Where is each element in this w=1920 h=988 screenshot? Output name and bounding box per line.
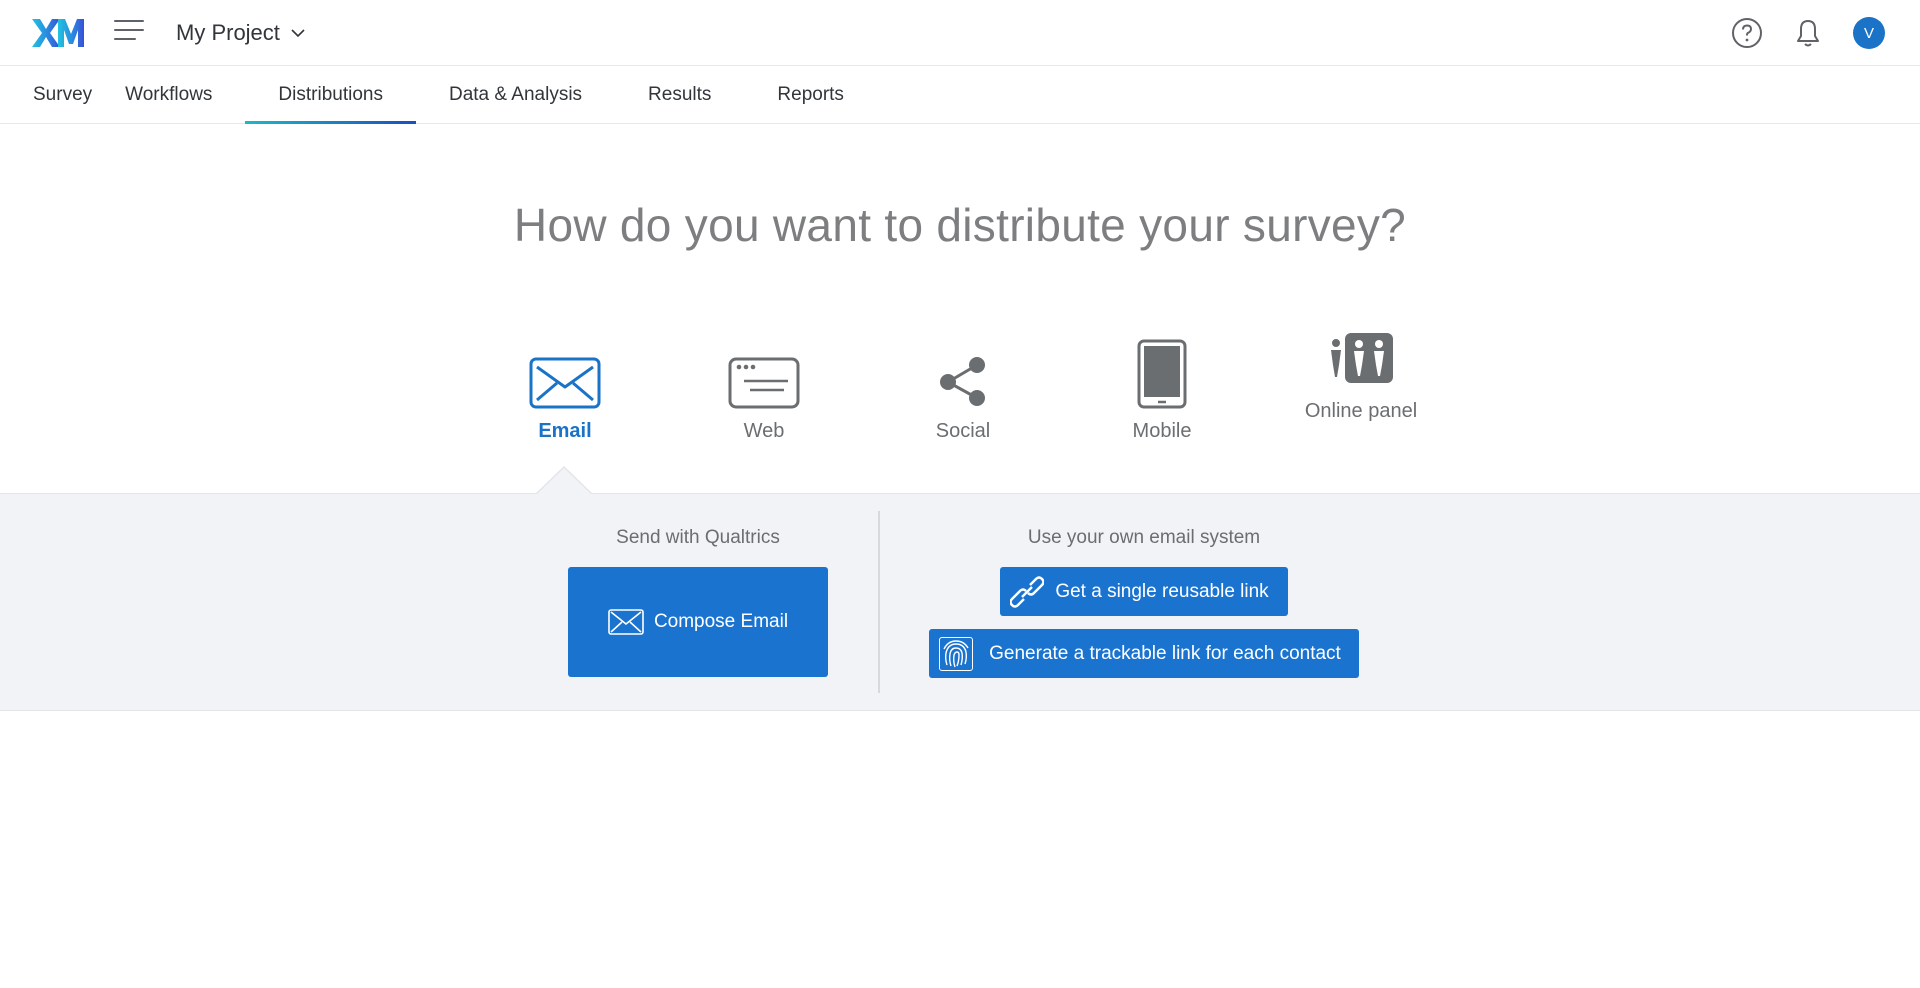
- tab-survey[interactable]: Survey: [0, 67, 125, 123]
- method-label: Online panel: [1304, 400, 1418, 422]
- project-name: My Project: [176, 20, 280, 45]
- chevron-down-icon: [291, 29, 305, 38]
- own-email-system-title: Use your own email system: [1027, 527, 1261, 548]
- help-icon[interactable]: [1731, 17, 1763, 49]
- project-selector[interactable]: My Project: [176, 18, 306, 48]
- method-email[interactable]: Email: [495, 325, 635, 443]
- trackable-link-label: Generate a trackable link for each conta…: [989, 642, 1341, 664]
- envelope-icon: [529, 357, 601, 409]
- method-web[interactable]: Web: [694, 325, 834, 443]
- tab-data-analysis[interactable]: Data & Analysis: [416, 67, 615, 123]
- reusable-link-button[interactable]: Get a single reusable link: [1000, 567, 1288, 616]
- share-icon: [940, 357, 985, 406]
- tab-distributions[interactable]: Distributions: [245, 67, 416, 124]
- page-heading: How do you want to distribute your surve…: [513, 199, 1407, 251]
- method-label: Mobile: [1132, 420, 1192, 442]
- tab-results[interactable]: Results: [615, 67, 744, 123]
- web-browser-icon: [728, 357, 800, 409]
- reusable-link-label: Get a single reusable link: [1055, 580, 1269, 602]
- top-bar: My Project V: [0, 0, 1920, 66]
- method-label: Email: [538, 420, 592, 442]
- compose-email-label: Compose Email: [653, 611, 789, 632]
- method-label: Social: [935, 420, 991, 442]
- selection-pointer-fill: [536, 468, 592, 495]
- method-social[interactable]: Social: [893, 325, 1033, 443]
- tab-reports[interactable]: Reports: [744, 67, 877, 123]
- distribution-options-panel: [0, 493, 1920, 711]
- xm-logo[interactable]: [30, 16, 86, 50]
- trackable-link-button[interactable]: Generate a trackable link for each conta…: [929, 629, 1359, 678]
- main-tabs: Survey Workflows Distributions Data & An…: [0, 67, 1920, 124]
- bell-icon[interactable]: [1792, 17, 1824, 49]
- column-divider: [878, 511, 880, 693]
- tablet-icon: [1137, 339, 1187, 409]
- menu-icon[interactable]: [114, 20, 144, 46]
- compose-email-button[interactable]: Compose Email: [568, 567, 828, 677]
- people-icon: [1331, 333, 1393, 383]
- send-with-qualtrics-title: Send with Qualtrics: [616, 527, 780, 548]
- user-avatar[interactable]: V: [1853, 17, 1885, 49]
- method-label: Web: [743, 420, 785, 442]
- tab-workflows[interactable]: Workflows: [125, 67, 245, 123]
- method-mobile[interactable]: Mobile: [1092, 325, 1232, 443]
- envelope-icon: [608, 609, 644, 635]
- method-online-panel[interactable]: Online panel: [1291, 325, 1431, 423]
- fingerprint-icon: [939, 637, 973, 671]
- link-icon: [1010, 575, 1044, 609]
